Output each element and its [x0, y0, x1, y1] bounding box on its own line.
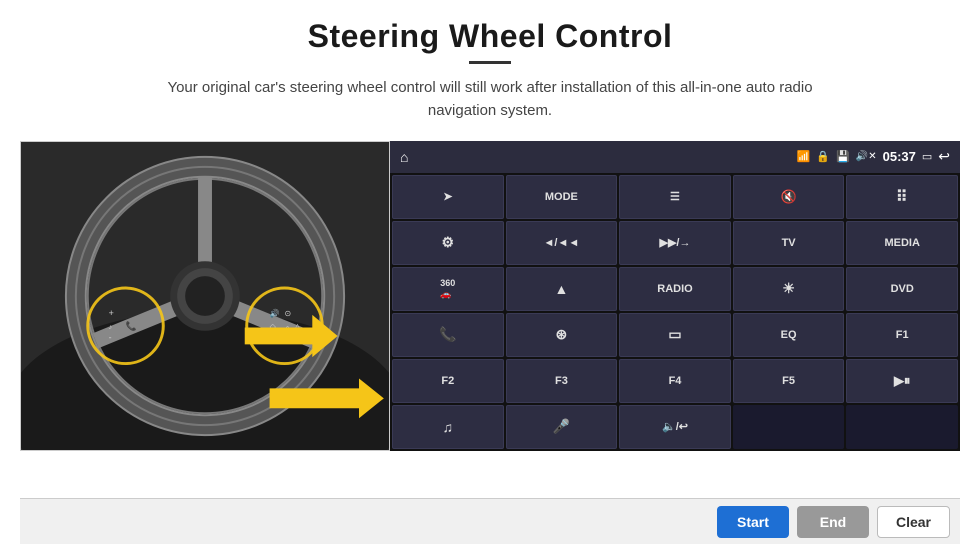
lock-icon: 🔒 — [816, 150, 830, 163]
btn-apps[interactable]: ⠿ — [846, 175, 958, 219]
wifi-icon: 📶 — [797, 150, 811, 163]
svg-text:⊙: ⊙ — [284, 308, 291, 317]
status-bar-left: ⌂ — [400, 149, 408, 165]
btn-phone[interactable]: 📞 — [392, 313, 504, 357]
svg-text:🔊: 🔊 — [270, 307, 280, 317]
btn-screen[interactable]: ▭ — [619, 313, 731, 357]
btn-f5[interactable]: F5 — [733, 359, 845, 403]
clear-button[interactable]: Clear — [877, 506, 950, 538]
btn-next[interactable]: ▶▶/→ — [619, 221, 731, 265]
btn-eject[interactable]: ▲ — [506, 267, 618, 311]
bottom-action-bar: Start End Clear — [20, 498, 960, 544]
svg-text:-: - — [109, 332, 112, 342]
page-container: Steering Wheel Control Your original car… — [0, 0, 980, 544]
btn-empty2 — [846, 405, 958, 449]
btn-360[interactable]: 360🚗 — [392, 267, 504, 311]
page-subtitle: Your original car's steering wheel contr… — [150, 76, 830, 123]
status-bar: ⌂ 📶 🔒 💾 🔊✕ 05:37 ▭ ↩ — [390, 141, 960, 173]
back-icon[interactable]: ↩ — [938, 148, 950, 165]
btn-eq[interactable]: EQ — [733, 313, 845, 357]
btn-media[interactable]: MEDIA — [846, 221, 958, 265]
btn-brightness[interactable]: ☀ — [733, 267, 845, 311]
home-icon[interactable]: ⌂ — [400, 149, 408, 165]
start-button[interactable]: Start — [717, 506, 789, 538]
time-display: 05:37 — [883, 149, 916, 164]
bt-icon: 🔊✕ — [856, 151, 877, 162]
sd-icon: 💾 — [836, 150, 850, 163]
btn-f4[interactable]: F4 — [619, 359, 731, 403]
title-divider — [469, 61, 511, 64]
btn-navi[interactable]: ⊛ — [506, 313, 618, 357]
btn-mic[interactable]: 🎤 — [506, 405, 618, 449]
screen-icon: ▭ — [922, 150, 932, 163]
status-bar-right: 📶 🔒 💾 🔊✕ 05:37 ▭ ↩ — [797, 148, 950, 165]
btn-f1[interactable]: F1 — [846, 313, 958, 357]
btn-f3[interactable]: F3 — [506, 359, 618, 403]
btn-mute[interactable]: 🔇 — [733, 175, 845, 219]
btn-navigate[interactable]: ➤ — [392, 175, 504, 219]
svg-text:+: + — [109, 307, 114, 317]
btn-radio[interactable]: RADIO — [619, 267, 731, 311]
btn-mode[interactable]: MODE — [506, 175, 618, 219]
head-unit: ⌂ 📶 🔒 💾 🔊✕ 05:37 ▭ ↩ ➤ MODE ☰ 🔇 — [390, 141, 960, 451]
btn-volphone[interactable]: 🔈/↩ — [619, 405, 731, 449]
btn-settings[interactable]: ⚙ — [392, 221, 504, 265]
end-button[interactable]: End — [797, 506, 869, 538]
btn-prev[interactable]: ◄/◄◄ — [506, 221, 618, 265]
button-grid: ➤ MODE ☰ 🔇 ⠿ ⚙ ◄/◄◄ ▶▶/→ TV MEDIA 360🚗 ▲… — [390, 173, 960, 451]
btn-list[interactable]: ☰ — [619, 175, 731, 219]
svg-text:♪: ♪ — [109, 323, 112, 330]
svg-text:📞: 📞 — [126, 319, 138, 330]
page-title: Steering Wheel Control — [308, 18, 673, 55]
btn-dvd[interactable]: DVD — [846, 267, 958, 311]
btn-music[interactable]: ♫ — [392, 405, 504, 449]
btn-playpause[interactable]: ▶⏸ — [846, 359, 958, 403]
wheel-image: + ♪ - 📞 🔊 ◇ ⊙ ◇ △ — [20, 141, 390, 451]
btn-tv[interactable]: TV — [733, 221, 845, 265]
btn-empty1 — [733, 405, 845, 449]
content-area: + ♪ - 📞 🔊 ◇ ⊙ ◇ △ ⌂ — [20, 141, 960, 451]
btn-f2[interactable]: F2 — [392, 359, 504, 403]
